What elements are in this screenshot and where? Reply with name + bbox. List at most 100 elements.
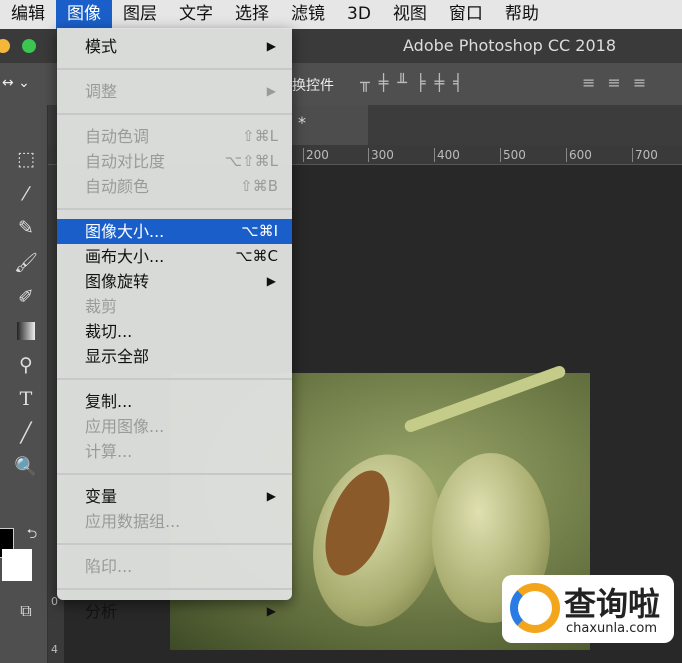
label: 变量 [85, 487, 118, 506]
label: 计算... [85, 442, 133, 461]
label: 复制... [85, 392, 133, 411]
watermark-logo-icon [510, 583, 560, 633]
menu-edit[interactable]: 编辑 [0, 0, 56, 29]
submenu-arrow-icon: ▶ [266, 604, 276, 618]
submenu-arrow-icon: ▶ [266, 84, 276, 98]
tab-label: * [298, 113, 306, 132]
menu-item-apply-image: 应用图像... [57, 414, 292, 439]
menu-item-image-size[interactable]: 图像大小... ⌥⌘I [57, 219, 292, 244]
history-brush-icon[interactable]: ✐ [14, 285, 38, 309]
label: 显示全部 [85, 347, 150, 366]
label: 模式 [85, 37, 118, 56]
separator [57, 59, 292, 79]
distribute-icons[interactable]: ≡≡≡ [582, 73, 658, 92]
menu-filter[interactable]: 滤镜 [280, 0, 336, 29]
dodge-tool-icon[interactable]: ⚲ [14, 353, 38, 377]
label: 应用数据组... [85, 512, 181, 531]
menu-item-canvas-size[interactable]: 画布大小... ⌥⌘C [57, 244, 292, 269]
menu-view[interactable]: 视图 [382, 0, 438, 29]
menu-item-variables[interactable]: 变量 ▶ [57, 484, 292, 509]
menu-item-analysis[interactable]: 分析 ▶ [57, 599, 292, 624]
swap-colors-icon[interactable]: ⮌ [20, 523, 44, 547]
ruler-tick: 600 [566, 148, 592, 162]
separator [57, 464, 292, 484]
shortcut: ⌥⌘I [241, 222, 278, 240]
menu-item-calculations: 计算... [57, 439, 292, 464]
menu-3d[interactable]: 3D [336, 0, 382, 29]
align-icons[interactable]: ╥╪╨╞╪╡ [360, 73, 472, 92]
marquee-tool-icon[interactable]: ⬚ [14, 147, 38, 171]
ruler-tick: 400 [434, 148, 460, 162]
label: 应用图像... [85, 417, 165, 436]
submenu-arrow-icon: ▶ [266, 489, 276, 503]
menu-item-auto-contrast: 自动对比度 ⌥⇧⌘L [57, 149, 292, 174]
menu-help[interactable]: 帮助 [494, 0, 550, 29]
zoom-button[interactable] [22, 39, 36, 53]
separator [57, 104, 292, 124]
separator [57, 534, 292, 554]
shortcut: ⇧⌘B [240, 177, 278, 195]
label: 图像大小... [85, 222, 165, 241]
label: 调整 [85, 82, 118, 101]
background-color-swatch[interactable] [2, 549, 32, 581]
menu-item-mode[interactable]: 模式 ▶ [57, 34, 292, 59]
move-tool-icon[interactable]: ↔ ⌄ [2, 75, 30, 91]
line-tool-icon[interactable]: ╱ [14, 421, 38, 445]
document-tab[interactable]: * [288, 105, 368, 145]
menu-item-auto-color: 自动颜色 ⇧⌘B [57, 174, 292, 199]
menu-item-image-rotation[interactable]: 图像旋转 ▶ [57, 269, 292, 294]
ruler-tick: 500 [500, 148, 526, 162]
label: 陷印... [85, 557, 133, 576]
gradient-icon[interactable] [14, 319, 38, 343]
magic-wand-icon[interactable]: ⁄ [14, 182, 38, 206]
eyedropper-icon[interactable]: ✎ [14, 216, 38, 240]
screen-mode-icon[interactable]: ⧉ [14, 599, 38, 623]
separator [57, 199, 292, 219]
menu-item-apply-data-set: 应用数据组... [57, 509, 292, 534]
minimize-button[interactable] [0, 39, 10, 53]
label: 画布大小... [85, 247, 165, 266]
menu-item-crop: 裁剪 [57, 294, 292, 319]
submenu-arrow-icon: ▶ [266, 274, 276, 288]
separator [57, 369, 292, 389]
image-menu-dropdown: 模式 ▶ 调整 ▶ 自动色调 ⇧⌘L 自动对比度 ⌥⇧⌘L 自动颜色 ⇧⌘B 图像大小..… [57, 28, 292, 621]
menu-item-trim[interactable]: 裁切... [57, 319, 292, 344]
ruler-tick: 700 [632, 148, 658, 162]
ruler-tick: 200 [303, 148, 329, 162]
label: 自动色调 [85, 127, 150, 146]
menu-item-adjustments: 调整 ▶ [57, 79, 292, 104]
submenu-arrow-icon: ▶ [266, 39, 276, 53]
menu-bar: 编辑 图像 图层 文字 选择 滤镜 3D 视图 窗口 帮助 [0, 0, 682, 29]
menu-item-trap: 陷印... [57, 554, 292, 579]
type-tool-icon[interactable]: T [14, 387, 38, 411]
shortcut: ⌥⌘C [235, 247, 278, 265]
menu-layer[interactable]: 图层 [112, 0, 168, 29]
watermark-url: chaxunla.com [566, 621, 657, 636]
zoom-tool-icon[interactable]: 🔍 [14, 455, 38, 479]
menu-type[interactable]: 文字 [168, 0, 224, 29]
watermark-name: 查询啦 [564, 585, 661, 623]
brush-icon[interactable]: 🖌 [14, 251, 38, 275]
label: 自动对比度 [85, 152, 166, 171]
label: 分析 [85, 602, 118, 621]
shortcut: ⇧⌘L [242, 127, 278, 145]
menu-item-auto-tone: 自动色调 ⇧⌘L [57, 124, 292, 149]
separator [57, 579, 292, 599]
menu-item-reveal-all[interactable]: 显示全部 [57, 344, 292, 369]
branch [403, 364, 567, 434]
menu-image[interactable]: 图像 [56, 0, 112, 29]
watermark: 查询啦 chaxunla.com [502, 575, 674, 643]
menu-window[interactable]: 窗口 [438, 0, 494, 29]
window-title: Adobe Photoshop CC 2018 [403, 36, 616, 55]
label: 裁剪 [85, 297, 118, 316]
menu-select[interactable]: 选择 [224, 0, 280, 29]
menu-item-duplicate[interactable]: 复制... [57, 389, 292, 414]
transform-controls-label[interactable]: 换控件 [292, 75, 334, 95]
ruler-tick: 4 [51, 643, 58, 656]
toolbar: ⬚ ⁄ ✎ 🖌 ✐ ⚲ T ╱ 🔍 ⮌ ⧉ [0, 105, 48, 663]
label: 裁切... [85, 322, 133, 341]
label: 图像旋转 [85, 272, 150, 291]
ruler-tick: 300 [368, 148, 394, 162]
label: 自动颜色 [85, 177, 150, 196]
shortcut: ⌥⇧⌘L [224, 152, 278, 170]
